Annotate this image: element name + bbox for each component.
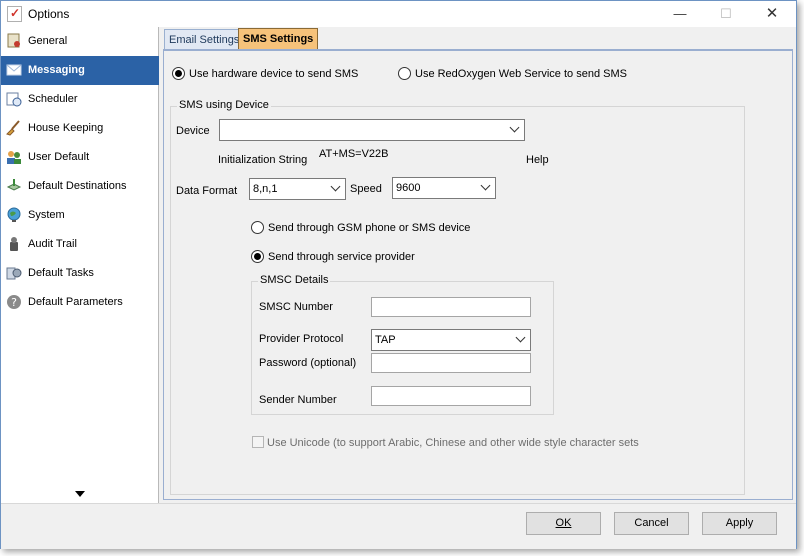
init-string-value: AT+MS=V22B [319, 148, 389, 160]
sidebar-item-label: House Keeping [28, 122, 104, 134]
device-select[interactable] [219, 119, 525, 141]
sender-number-label: Sender Number [259, 394, 337, 406]
sidebar-item-label: Scheduler [28, 93, 78, 105]
tab-sms-settings[interactable]: SMS Settings [238, 28, 319, 50]
chevron-down-icon [330, 181, 341, 192]
users-icon [7, 151, 21, 164]
sidebar-item-messaging[interactable]: Messaging [1, 56, 159, 85]
title-bar[interactable]: Options — ☐ ✕ [1, 1, 796, 27]
minimize-button[interactable]: — [657, 1, 703, 27]
options-window: Options — ☐ ✕ General Messaging Schedule… [0, 0, 797, 549]
data-format-label: Data Format [176, 185, 238, 197]
password-label: Password (optional) [259, 357, 357, 369]
sidebar-item-label: System [28, 209, 65, 221]
provider-protocol-value: TAP [375, 334, 396, 346]
window-title: Options [28, 7, 70, 21]
ok-button[interactable]: OK [526, 512, 601, 535]
dialog-footer: OK Cancel Apply [1, 503, 796, 549]
close-button[interactable]: ✕ [749, 1, 795, 27]
sidebar-item-scheduler[interactable]: Scheduler [1, 85, 159, 114]
sidebar-item-house-keeping[interactable]: House Keeping [1, 114, 159, 143]
sidebar-item-label: Messaging [28, 64, 85, 76]
speed-select[interactable]: 9600 [392, 177, 496, 199]
chevron-down-icon [480, 180, 491, 191]
sidebar-item-system[interactable]: System [1, 201, 159, 230]
service-provider-radio[interactable] [251, 250, 264, 263]
audit-icon [10, 237, 18, 251]
maximize-button[interactable]: ☐ [703, 1, 749, 27]
redoxygen-radio[interactable] [398, 67, 411, 80]
help-link[interactable]: Help [526, 154, 549, 166]
sidebar-item-label: Audit Trail [28, 238, 77, 250]
sidebar-item-default-tasks[interactable]: Default Tasks [1, 259, 159, 288]
scroll-down-arrow-icon[interactable] [75, 491, 85, 497]
data-format-select[interactable]: 8,n,1 [249, 178, 346, 200]
smsc-number-input[interactable] [371, 297, 531, 317]
sms-device-group-title: SMS using Device [177, 99, 271, 111]
speed-value: 9600 [396, 182, 421, 194]
apply-button[interactable]: Apply [702, 512, 777, 535]
sidebar-item-label: Default Destinations [28, 180, 127, 192]
gsm-device-label[interactable]: Send through GSM phone or SMS device [268, 222, 470, 234]
tasks-icon [6, 267, 22, 280]
tab-email-settings[interactable]: Email Settings [164, 29, 245, 50]
envelope-icon [6, 64, 22, 76]
sidebar-item-label: General [28, 35, 68, 47]
hardware-device-label[interactable]: Use hardware device to send SMS [189, 68, 358, 80]
device-label: Device [176, 125, 210, 137]
smsc-details-title: SMSC Details [258, 274, 331, 286]
cancel-button-label: Cancel [634, 517, 669, 529]
sidebar-item-label: Default Parameters [28, 296, 123, 308]
sidebar-item-audit-trail[interactable]: Audit Trail [1, 230, 159, 259]
unicode-label[interactable]: Use Unicode (to support Arabic, Chinese … [267, 437, 639, 449]
settings-content: Email Settings SMS Settings Use hardware… [160, 27, 796, 503]
service-provider-label[interactable]: Send through service provider [268, 251, 415, 263]
smsc-number-label: SMSC Number [259, 301, 333, 313]
selected-arrow-icon [151, 64, 157, 76]
sidebar-item-default-parameters[interactable]: ? Default Parameters [1, 288, 159, 317]
unicode-checkbox[interactable] [252, 436, 264, 448]
provider-protocol-label: Provider Protocol [259, 333, 344, 345]
apply-button-label: Apply [725, 517, 754, 529]
sidebar-item-label: Default Tasks [28, 267, 94, 279]
chevron-down-icon [515, 332, 526, 343]
certificate-icon [7, 33, 20, 48]
sidebar-item-label: User Default [28, 151, 90, 163]
init-string-label: Initialization String [218, 154, 308, 166]
sidebar-item-general[interactable]: General [1, 27, 159, 56]
hardware-device-radio[interactable] [172, 67, 185, 80]
cancel-button[interactable]: Cancel [614, 512, 689, 535]
broom-icon [6, 120, 20, 136]
help-icon: ? [7, 295, 21, 309]
svg-text:?: ? [11, 296, 17, 309]
sidebar-item-user-default[interactable]: User Default [1, 143, 159, 172]
destination-icon [6, 179, 22, 191]
calendar-clock-icon [6, 92, 22, 107]
chevron-down-icon [509, 122, 520, 133]
redoxygen-label[interactable]: Use RedOxygen Web Service to send SMS [415, 68, 627, 80]
speed-label: Speed [350, 183, 382, 195]
sender-number-input[interactable] [371, 386, 531, 406]
ok-button-label: OK [555, 517, 572, 529]
password-input[interactable] [371, 353, 531, 373]
globe-icon [7, 207, 21, 222]
options-sidebar: General Messaging Scheduler House Keepin… [1, 27, 159, 503]
sidebar-item-default-destinations[interactable]: Default Destinations [1, 172, 159, 201]
app-check-icon [7, 6, 22, 22]
provider-protocol-select[interactable]: TAP [371, 329, 531, 351]
data-format-value: 8,n,1 [253, 183, 278, 195]
sms-settings-panel: Use hardware device to send SMS Use RedO… [163, 49, 793, 500]
gsm-device-radio[interactable] [251, 221, 264, 234]
